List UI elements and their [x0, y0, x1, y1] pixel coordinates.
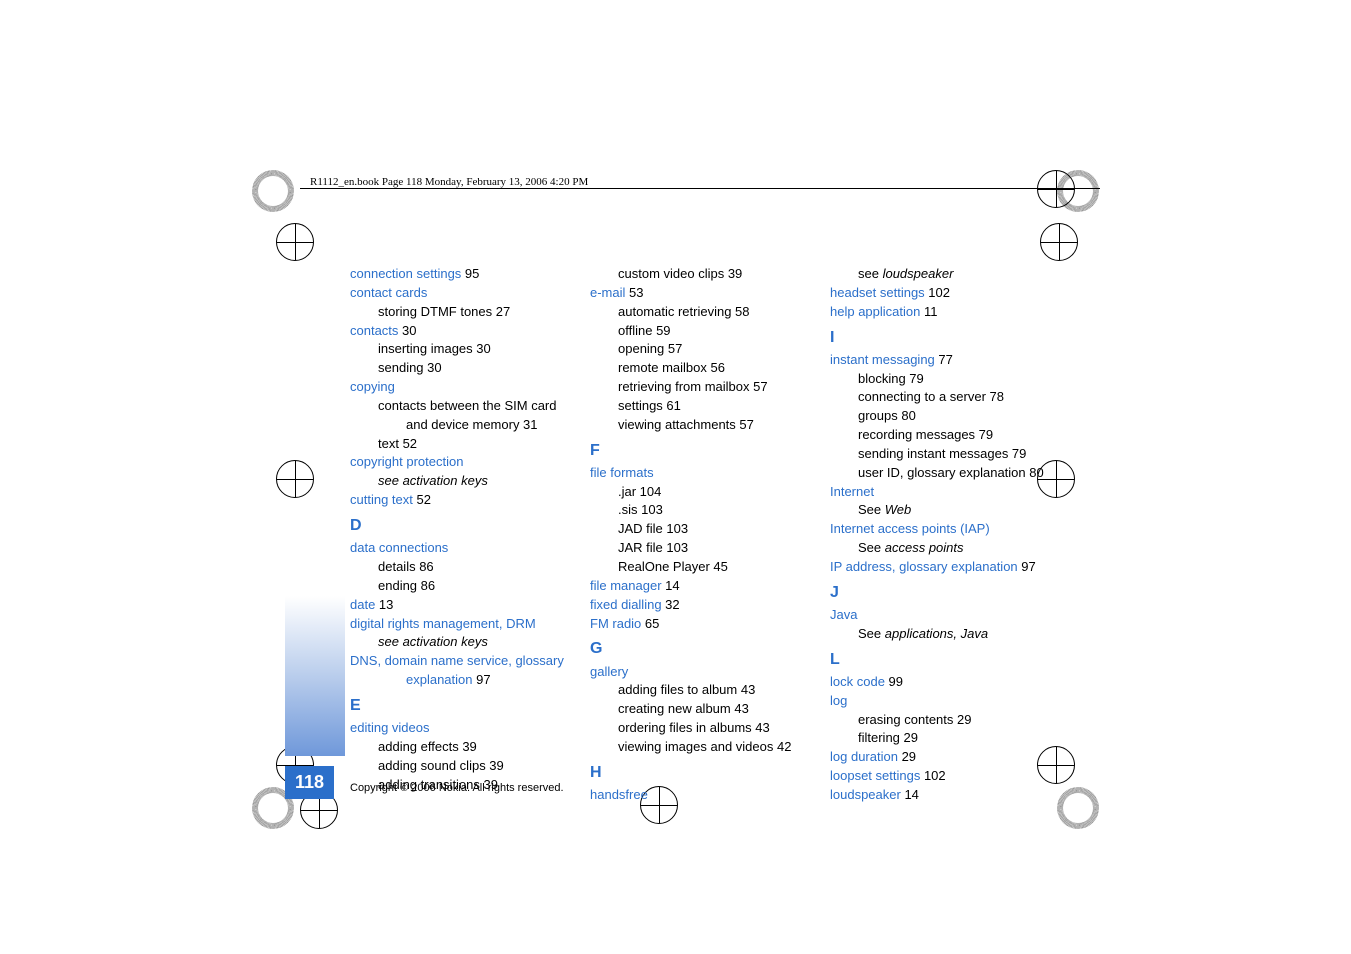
index-entry: digital rights management, DRM [350, 615, 570, 634]
index-entry: file manager 14 [590, 577, 810, 596]
index-entry: file formats [590, 464, 810, 483]
index-entry: blocking 79 [830, 370, 1050, 389]
index-entry: JAR file 103 [590, 539, 810, 558]
index-entry: filtering 29 [830, 729, 1050, 748]
index-entry: copying [350, 378, 570, 397]
index-entry: see activation keys [350, 633, 570, 652]
registration-mark [1037, 170, 1075, 208]
running-header: R1112_en.book Page 118 Monday, February … [310, 176, 594, 188]
index-entry: log duration 29 [830, 748, 1050, 767]
index-entry: F [590, 439, 810, 462]
index-entry: contacts 30 [350, 322, 570, 341]
index-entry: remote mailbox 56 [590, 359, 810, 378]
index-entry: handsfree [590, 786, 810, 805]
index-entry: Internet [830, 483, 1050, 502]
index-entry: Java [830, 606, 1050, 625]
printer-mark [252, 170, 294, 212]
index-entry: custom video clips 39 [590, 265, 810, 284]
index-entry: H [590, 761, 810, 784]
index-entry: DNS, domain name service, glossary [350, 652, 570, 671]
index-entry: adding files to album 43 [590, 681, 810, 700]
index-entry: see loudspeaker [830, 265, 1050, 284]
index-entry: IP address, glossary explanation 97 [830, 558, 1050, 577]
index-entry: and device memory 31 [350, 416, 570, 435]
index-entry: storing DTMF tones 27 [350, 303, 570, 322]
index-entry: lock code 99 [830, 673, 1050, 692]
index-entry: explanation 97 [350, 671, 570, 690]
index-entry: e-mail 53 [590, 284, 810, 303]
index-entry: settings 61 [590, 397, 810, 416]
index-entry: sending instant messages 79 [830, 445, 1050, 464]
index-entry: FM radio 65 [590, 615, 810, 634]
index-entry: contact cards [350, 284, 570, 303]
index-entry: opening 57 [590, 340, 810, 359]
index-entry: groups 80 [830, 407, 1050, 426]
index-entry: editing videos [350, 719, 570, 738]
index-entry: E [350, 694, 570, 717]
index-entry: copyright protection [350, 453, 570, 472]
registration-mark [276, 460, 314, 498]
index-entry: D [350, 514, 570, 537]
index-content: connection settings 95contact cardsstori… [350, 265, 1050, 805]
index-entry: ordering files in albums 43 [590, 719, 810, 738]
index-entry: gallery [590, 663, 810, 682]
index-entry: date 13 [350, 596, 570, 615]
index-entry: connection settings 95 [350, 265, 570, 284]
index-entry: automatic retrieving 58 [590, 303, 810, 322]
index-entry: recording messages 79 [830, 426, 1050, 445]
index-entry: erasing contents 29 [830, 711, 1050, 730]
index-entry: See applications, Java [830, 625, 1050, 644]
index-entry: help application 11 [830, 303, 1050, 322]
header-rule [300, 188, 1100, 189]
index-column-3: see loudspeakerheadset settings 102help … [830, 265, 1050, 805]
index-entry: inserting images 30 [350, 340, 570, 359]
copyright-text: Copyright © 2006 Nokia. All rights reser… [350, 782, 564, 794]
index-entry: log [830, 692, 1050, 711]
margin-gradient [285, 596, 345, 756]
index-entry: retrieving from mailbox 57 [590, 378, 810, 397]
index-entry: RealOne Player 45 [590, 558, 810, 577]
index-entry: G [590, 637, 810, 660]
index-entry: creating new album 43 [590, 700, 810, 719]
registration-mark [1040, 223, 1078, 261]
printer-mark [1057, 787, 1099, 829]
index-entry: headset settings 102 [830, 284, 1050, 303]
index-column-2: custom video clips 39e-mail 53automatic … [590, 265, 810, 805]
index-entry: ending 86 [350, 577, 570, 596]
index-entry: text 52 [350, 435, 570, 454]
index-entry: See Web [830, 501, 1050, 520]
index-entry: Internet access points (IAP) [830, 520, 1050, 539]
index-entry: viewing images and videos 42 [590, 738, 810, 757]
index-entry: fixed dialling 32 [590, 596, 810, 615]
index-entry: connecting to a server 78 [830, 388, 1050, 407]
index-entry: contacts between the SIM card [350, 397, 570, 416]
index-entry: user ID, glossary explanation 80 [830, 464, 1050, 483]
index-entry: cutting text 52 [350, 491, 570, 510]
index-entry: adding sound clips 39 [350, 757, 570, 776]
page-number: 118 [285, 766, 334, 799]
registration-mark [276, 223, 314, 261]
index-column-1: connection settings 95contact cardsstori… [350, 265, 570, 805]
index-entry: .jar 104 [590, 483, 810, 502]
index-entry: loudspeaker 14 [830, 786, 1050, 805]
index-entry: adding effects 39 [350, 738, 570, 757]
index-entry: see activation keys [350, 472, 570, 491]
index-entry: data connections [350, 539, 570, 558]
index-entry: offline 59 [590, 322, 810, 341]
index-entry: sending 30 [350, 359, 570, 378]
index-entry: details 86 [350, 558, 570, 577]
index-entry: L [830, 648, 1050, 671]
index-entry: I [830, 326, 1050, 349]
index-entry: instant messaging 77 [830, 351, 1050, 370]
index-entry: .sis 103 [590, 501, 810, 520]
index-entry: loopset settings 102 [830, 767, 1050, 786]
index-entry: viewing attachments 57 [590, 416, 810, 435]
index-entry: JAD file 103 [590, 520, 810, 539]
index-entry: See access points [830, 539, 1050, 558]
index-entry: J [830, 581, 1050, 604]
